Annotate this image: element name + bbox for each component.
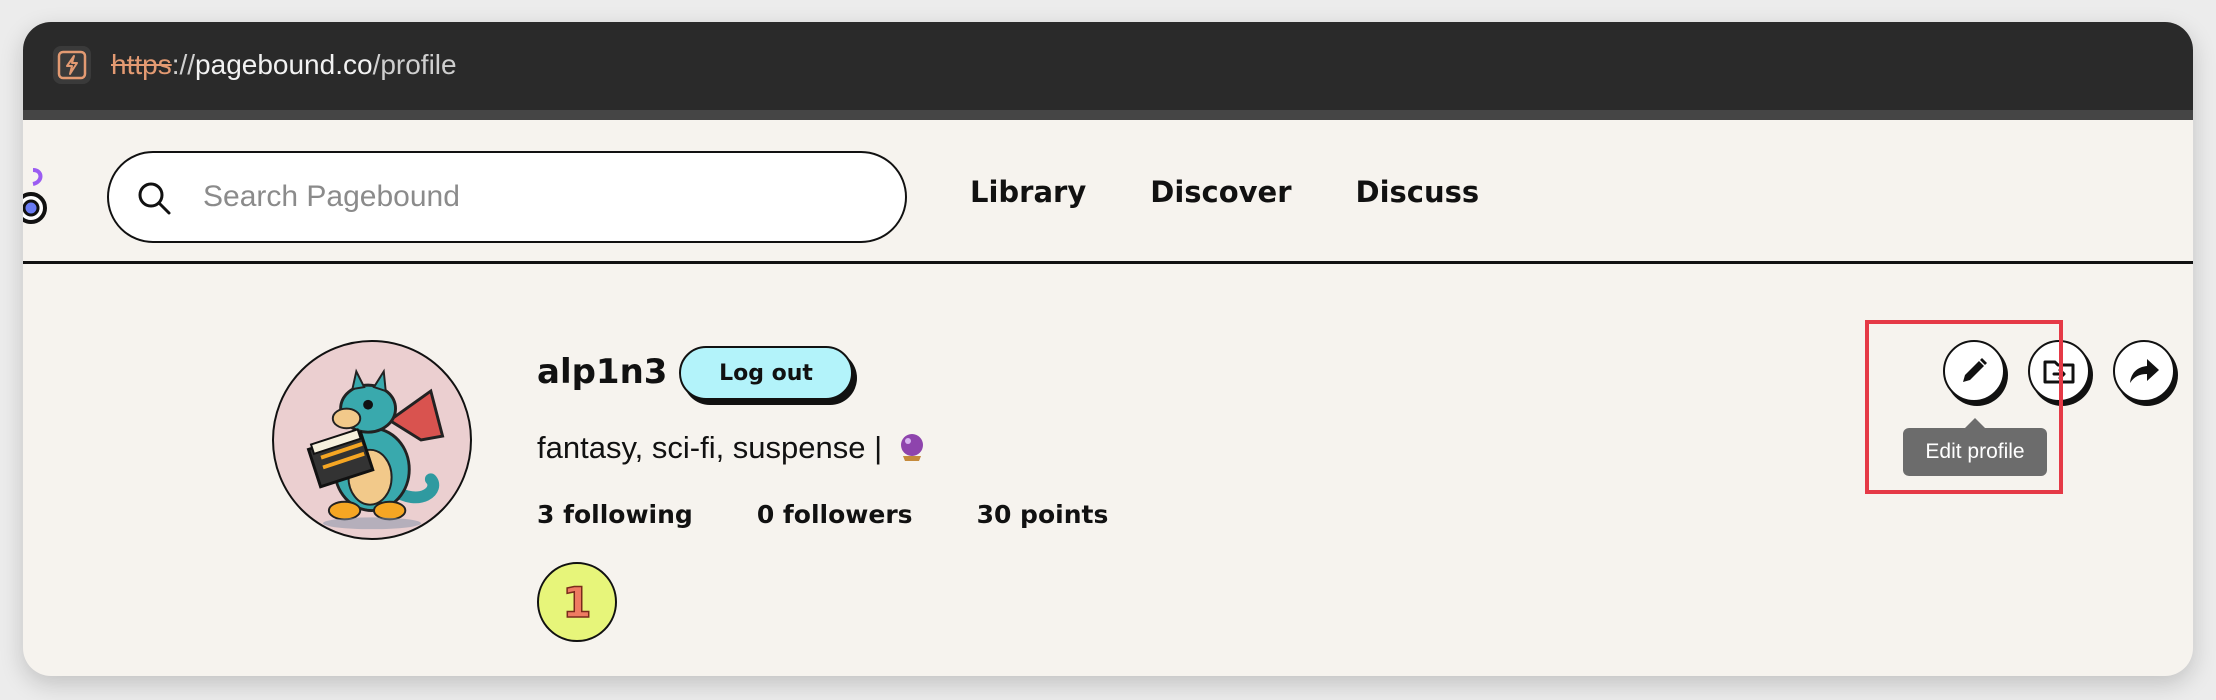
tab-strip-divider [23,110,2193,120]
nav-link-discover[interactable]: Discover [1150,175,1291,209]
crystal-ball-icon [900,434,923,461]
highlight-box [1865,320,2063,494]
nav-link-library[interactable]: Library [970,175,1086,209]
share-arrow-icon [2130,359,2159,383]
url-protocol: https [111,49,172,80]
browser-window: https://pagebound.co/profile Library Dis… [23,22,2193,676]
search-icon [138,182,171,215]
bolt-icon [53,46,91,84]
badge-value: 1 [562,577,593,628]
level-badge[interactable]: 1 [537,562,617,642]
share-button[interactable] [2113,340,2175,402]
url-text[interactable]: https://pagebound.co/profile [111,46,457,84]
search-box[interactable] [107,151,907,243]
following-count[interactable]: 3 following [537,500,693,529]
url-path: /profile [372,49,457,80]
url-bar[interactable]: https://pagebound.co/profile [23,22,2193,120]
profile-stats: 3 following 0 followers 30 points [537,500,1172,529]
top-navbar: Library Discover Discuss [23,120,2193,264]
url-separator: :// [171,49,196,80]
logout-button[interactable]: Log out [679,346,853,400]
logo-icon[interactable] [23,166,49,226]
points-count[interactable]: 30 points [977,500,1109,529]
bio-text: fantasy, sci-fi, suspense | [537,430,883,465]
username: alp1n3 [537,352,668,392]
search-input[interactable] [203,153,883,241]
avatar[interactable] [272,340,472,540]
dragon-reading-book-avatar [306,368,445,530]
url-host: pagebound.co [195,49,373,80]
followers-count[interactable]: 0 followers [757,500,913,529]
nav-links: Library Discover Discuss [970,120,1543,264]
profile-bio: fantasy, sci-fi, suspense | [537,430,927,466]
nav-link-discuss[interactable]: Discuss [1356,175,1480,209]
